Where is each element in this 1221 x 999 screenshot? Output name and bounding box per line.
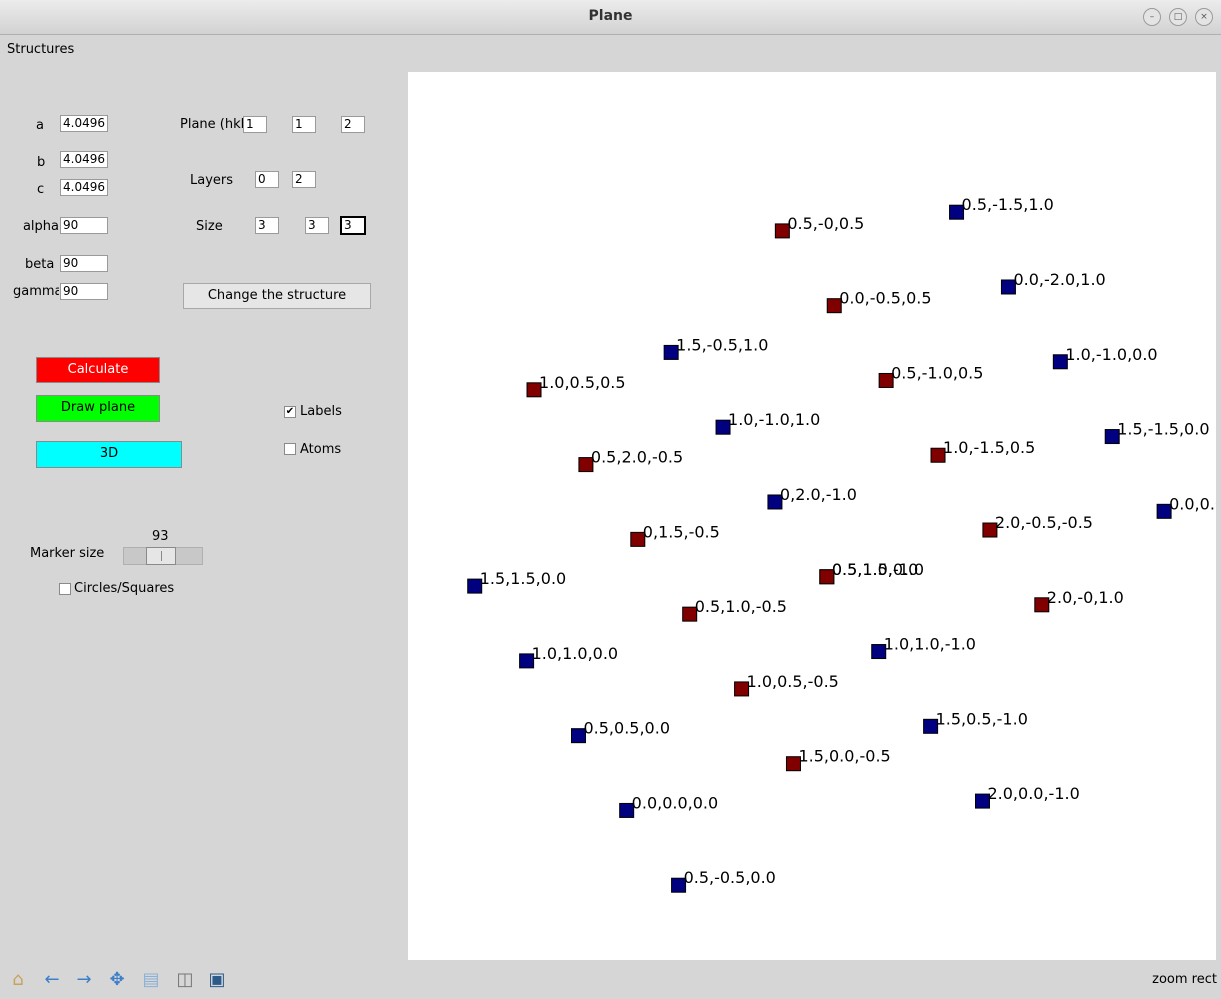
plane-label: Plane (hkl): [180, 117, 243, 132]
plane-k-field[interactable]: 1: [292, 116, 316, 133]
atom-label: 1.0,0.5,0.5: [539, 373, 626, 392]
alpha-field[interactable]: 90: [60, 217, 108, 234]
atom-label: 1.0,1.0,0.0: [532, 644, 619, 663]
atom-label: 2.0,-0.5,-0.5: [995, 513, 1093, 532]
minimize-icon[interactable]: –: [1143, 8, 1161, 26]
b-label: b: [37, 155, 46, 170]
size-z-field[interactable]: 3: [340, 216, 366, 235]
menu-bar: Structures: [0, 35, 1221, 65]
home-icon[interactable]: ⌂: [4, 966, 32, 994]
a-label: a: [36, 118, 44, 133]
plane-l-field[interactable]: 2: [341, 116, 365, 133]
close-icon[interactable]: ×: [1195, 8, 1213, 26]
size-x-field[interactable]: 3: [255, 217, 279, 234]
gamma-label: gamma: [13, 284, 59, 299]
forward-icon[interactable]: →: [70, 966, 98, 994]
a-field[interactable]: 4.0496: [60, 115, 108, 132]
atom-label: 0.0,0.0,0.0: [1169, 494, 1216, 513]
window-title: Plane: [588, 8, 633, 24]
save-icon[interactable]: ▣: [203, 966, 231, 994]
calculate-button[interactable]: Calculate: [36, 357, 160, 383]
marker-size-label: Marker size: [30, 546, 105, 561]
configure-subplots-icon[interactable]: ▤: [137, 966, 165, 994]
atom-label: 0.0,-0.5,0.5: [839, 289, 931, 308]
atom-label: 0.5,2.0,-0.5: [591, 448, 683, 467]
atom-label: 0.5,-1.0,0.5: [891, 363, 983, 382]
marker-size-slider-thumb[interactable]: [146, 547, 176, 565]
menu-structures[interactable]: Structures: [7, 42, 74, 57]
atom-label: 1.0,0.5,-0.5: [747, 672, 839, 691]
maximize-icon[interactable]: □: [1169, 8, 1187, 26]
atom-label: 1.0,1.0,-1.0: [884, 635, 976, 654]
atoms-checkbox[interactable]: [284, 443, 296, 455]
atom-label: 0.5,0.5,0.0: [583, 719, 670, 738]
layers-label: Layers: [190, 173, 234, 188]
labels-checkbox[interactable]: ✔: [284, 406, 296, 418]
atom-label: 2.0,-0,1.0: [1047, 588, 1124, 607]
beta-field[interactable]: 90: [60, 255, 108, 272]
atom-label: 0.5,1.0,0.0: [832, 560, 919, 579]
atom-label: 0.0,-2.0,1.0: [1013, 270, 1105, 289]
layers-to-field[interactable]: 2: [292, 171, 316, 188]
atom-label: 1.5,1.5,0.0: [480, 569, 567, 588]
circles-squares-label: Circles/Squares: [74, 581, 175, 596]
c-field[interactable]: 4.0496: [60, 179, 108, 196]
atom-label: 0.0,0.0,0.0: [632, 793, 719, 812]
draw-plane-button[interactable]: Draw plane: [36, 395, 160, 422]
atom-label: 1.5,0.5,-1.0: [936, 709, 1028, 728]
atom-label: 1.0,-1.5,0.5: [943, 438, 1035, 457]
3d-button[interactable]: 3D: [36, 441, 182, 468]
size-y-field[interactable]: 3: [305, 217, 329, 234]
atom-label: 0,1.5,-0.5: [643, 522, 720, 541]
status-text: zoom rect: [1152, 972, 1217, 987]
atom-label: 0,2.0,-1.0: [780, 485, 857, 504]
scatter-plot[interactable]: 0.5,-1.5,1.0 0.0,-2.0,1.0 1.5,-0.5,1.0 1.0,…: [408, 72, 1216, 960]
atom-label: 0.5,-1.5,1.0: [962, 195, 1054, 214]
size-label: Size: [196, 219, 223, 234]
b-field[interactable]: 4.0496: [60, 151, 108, 168]
atom-label: 1.5,0.0,-0.5: [798, 747, 890, 766]
alpha-label: alpha: [22, 219, 59, 234]
atom-label: 1.5,-1.5,0.0: [1117, 420, 1209, 439]
atom-label: 0.5,-0.5,0.0: [684, 868, 776, 887]
layers-from-field[interactable]: 0: [255, 171, 279, 188]
atom-label: 0.5,-0,0.5: [787, 214, 864, 233]
gamma-field[interactable]: 90: [60, 283, 108, 300]
atoms-checkbox-label: Atoms: [300, 442, 342, 457]
edit-axes-icon[interactable]: ◫: [171, 966, 199, 994]
window-titlebar: Plane – □ ×: [0, 0, 1221, 35]
atom-label: 2.0,0.0,-1.0: [987, 784, 1079, 803]
back-icon[interactable]: ←: [38, 966, 66, 994]
atom-label: 1.0,-1.0,1.0: [728, 410, 820, 429]
circles-squares-checkbox[interactable]: [59, 583, 71, 595]
change-structure-button[interactable]: Change the structure: [183, 283, 371, 309]
labels-checkbox-label: Labels: [300, 404, 342, 419]
plot-canvas[interactable]: 0.5,-1.5,1.0 0.0,-2.0,1.0 1.5,-0.5,1.0 1.0,…: [408, 72, 1216, 960]
atom-label: 1.5,-0.5,1.0: [676, 335, 768, 354]
c-label: c: [37, 182, 45, 197]
marker-size-value: 93: [152, 529, 169, 544]
atom-label: 0.5,1.0,-0.5: [695, 597, 787, 616]
beta-label: beta: [25, 257, 55, 272]
plane-h-field[interactable]: 1: [243, 116, 267, 133]
pan-icon[interactable]: ✥: [103, 966, 131, 994]
atom-label: 1.0,-1.0,0.0: [1065, 345, 1157, 364]
